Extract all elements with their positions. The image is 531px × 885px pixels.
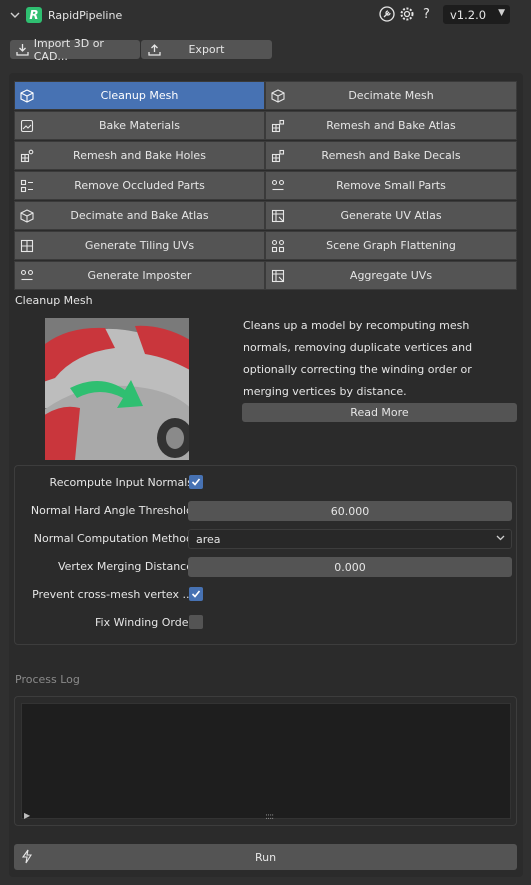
image-bake-icon xyxy=(19,118,35,134)
preset-remesh-bake-holes[interactable]: Remesh and Bake Holes xyxy=(14,141,265,170)
setting-label: Normal Computation Method xyxy=(33,532,193,545)
setting-label: Fix Winding Order xyxy=(94,616,193,629)
preset-label: Decimate Mesh xyxy=(348,89,434,102)
collapse-chevron-icon[interactable] xyxy=(8,8,22,22)
preset-cleanup-mesh[interactable]: Cleanup Mesh xyxy=(14,81,265,110)
recompute-normals-checkbox[interactable] xyxy=(189,475,203,489)
preset-label: Generate Imposter xyxy=(87,269,192,282)
preset-preview-image xyxy=(45,318,189,460)
hard-angle-field[interactable]: 60.000 xyxy=(188,501,512,521)
aggregate-uv-icon xyxy=(270,268,286,284)
import-label: Import 3D or CAD... xyxy=(33,36,104,63)
fix-winding-checkbox[interactable] xyxy=(189,615,203,629)
chevron-down-icon xyxy=(496,533,505,545)
setting-recompute-normals: Recompute Input Normals xyxy=(15,473,518,493)
setting-label: Recompute Input Normals xyxy=(49,476,193,489)
decals-grid-icon xyxy=(270,148,286,164)
run-label: Run xyxy=(254,850,277,864)
preset-label: Generate UV Atlas xyxy=(340,209,442,222)
export-label: Export xyxy=(188,43,225,56)
prevent-cross-mesh-checkbox[interactable] xyxy=(189,587,203,601)
help-icon[interactable]: ? xyxy=(418,5,435,23)
chevron-down-icon: ▼ xyxy=(498,8,505,18)
uv-atlas-icon xyxy=(270,208,286,224)
setting-label: Prevent cross-mesh vertex ... xyxy=(32,588,193,601)
version-select[interactable]: v1.2.0 ▼ xyxy=(443,5,510,24)
preset-decimate-mesh[interactable]: Decimate Mesh xyxy=(265,81,517,110)
preset-remesh-bake-atlas[interactable]: Remesh and Bake Atlas xyxy=(265,111,517,140)
setting-computation-method: Normal Computation Method area xyxy=(15,529,518,549)
wrench-icon[interactable] xyxy=(378,5,395,23)
imposter-icon xyxy=(19,268,35,284)
selected-preset-title: Cleanup Mesh xyxy=(15,294,93,307)
small-parts-icon xyxy=(270,178,286,194)
preset-generate-imposter[interactable]: Generate Imposter xyxy=(14,261,265,290)
setting-prevent-cross-mesh: Prevent cross-mesh vertex ... xyxy=(15,585,518,605)
process-log-panel: ▶ :::: xyxy=(14,696,517,826)
cube-atlas-icon xyxy=(19,208,35,224)
import-icon xyxy=(14,43,32,56)
preset-generate-tiling-uvs[interactable]: Generate Tiling UVs xyxy=(14,231,265,260)
preset-label: Remesh and Bake Holes xyxy=(73,149,206,162)
preset-label: Cleanup Mesh xyxy=(100,89,179,102)
app-title: RapidPipeline xyxy=(48,8,123,22)
preset-label: Remove Small Parts xyxy=(336,179,446,192)
setting-merging-distance: Vertex Merging Distance 0.000 xyxy=(15,557,518,577)
expand-arrow-icon[interactable]: ▶ xyxy=(24,811,30,820)
preset-scene-graph-flattening[interactable]: Scene Graph Flattening xyxy=(265,231,517,260)
preset-label: Scene Graph Flattening xyxy=(326,239,456,252)
occluded-parts-icon xyxy=(19,178,35,194)
preset-aggregate-uvs[interactable]: Aggregate UVs xyxy=(265,261,517,290)
version-value: v1.2.0 xyxy=(450,7,487,22)
read-more-button[interactable]: Read More xyxy=(242,403,517,422)
preset-label: Decimate and Bake Atlas xyxy=(70,209,209,222)
settings-panel: Recompute Input Normals Normal Hard Angl… xyxy=(14,465,517,645)
merging-distance-field[interactable]: 0.000 xyxy=(188,557,512,577)
preset-label: Remesh and Bake Atlas xyxy=(326,119,456,132)
preset-generate-uv-atlas[interactable]: Generate UV Atlas xyxy=(265,201,517,230)
process-log-title: Process Log xyxy=(15,673,80,686)
preset-label: Remesh and Bake Decals xyxy=(321,149,461,162)
resize-grip-icon[interactable]: :::: xyxy=(265,812,274,822)
select-value: area xyxy=(196,532,221,546)
preset-label: Bake Materials xyxy=(99,119,180,132)
gear-icon[interactable] xyxy=(398,5,415,23)
holes-grid-icon xyxy=(19,148,35,164)
preset-label: Generate Tiling UVs xyxy=(84,239,195,252)
cube-decimate-icon xyxy=(270,88,286,104)
import-button[interactable]: Import 3D or CAD... xyxy=(10,37,140,63)
preset-decimate-bake-atlas[interactable]: Decimate and Bake Atlas xyxy=(14,201,265,230)
export-button[interactable]: Export xyxy=(141,40,272,59)
setting-label: Normal Hard Angle Threshold xyxy=(30,504,193,517)
setting-hard-angle: Normal Hard Angle Threshold 60.000 xyxy=(15,501,518,521)
preset-grid: Cleanup Mesh Decimate Mesh Bake Material… xyxy=(14,81,517,290)
setting-fix-winding: Fix Winding Order xyxy=(15,613,518,633)
preset-remove-small[interactable]: Remove Small Parts xyxy=(265,171,517,200)
run-button[interactable]: Run xyxy=(14,844,517,870)
process-log-output[interactable] xyxy=(21,703,511,819)
preset-remesh-bake-decals[interactable]: Remesh and Bake Decals xyxy=(265,141,517,170)
header-icons: ? xyxy=(378,5,435,23)
preset-description: Cleans up a model by recomputing mesh no… xyxy=(243,319,473,398)
computation-method-select[interactable]: area xyxy=(188,529,512,549)
preset-remove-occluded[interactable]: Remove Occluded Parts xyxy=(14,171,265,200)
preset-bake-materials[interactable]: Bake Materials xyxy=(14,111,265,140)
setting-label: Vertex Merging Distance xyxy=(57,560,193,573)
cube-cleanup-icon xyxy=(19,88,35,104)
tiling-grid-icon xyxy=(19,238,35,254)
preset-label: Remove Occluded Parts xyxy=(74,179,205,192)
rapidpipeline-logo-icon: R xyxy=(26,7,42,23)
scene-graph-icon xyxy=(270,238,286,254)
preset-label: Aggregate UVs xyxy=(349,269,433,282)
atlas-grid-icon xyxy=(270,118,286,134)
lightning-icon xyxy=(20,849,34,867)
